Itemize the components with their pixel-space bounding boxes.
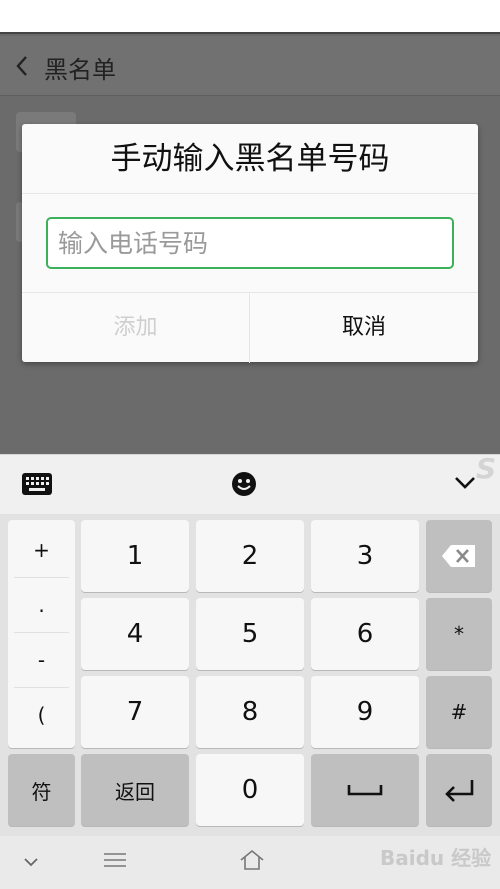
- app-title: 黑名单: [44, 56, 116, 84]
- hash-key[interactable]: #: [426, 676, 492, 748]
- status-bar: [0, 0, 500, 34]
- digit-key-1[interactable]: 1: [81, 520, 189, 592]
- symbol-column: + . - (: [8, 520, 75, 748]
- add-blacklist-dialog: 手动输入黑名单号码 添加 取消: [22, 124, 478, 363]
- digit-key-5[interactable]: 5: [196, 598, 304, 670]
- home-icon[interactable]: [239, 849, 265, 871]
- enter-icon: [445, 780, 474, 802]
- backspace-icon: [442, 545, 475, 567]
- space-key[interactable]: [311, 754, 419, 826]
- dialog-title: 手动输入黑名单号码: [22, 124, 478, 194]
- digit-key-4[interactable]: 4: [81, 598, 189, 670]
- digit-key-8[interactable]: 8: [196, 676, 304, 748]
- watermark-text: Baidu 经验: [380, 846, 492, 870]
- digit-key-6[interactable]: 6: [311, 598, 419, 670]
- phone-number-input[interactable]: [46, 217, 454, 269]
- watermark-logo: S: [476, 452, 497, 485]
- hide-keyboard-icon[interactable]: [24, 858, 38, 867]
- digit-key-0[interactable]: 0: [196, 754, 304, 826]
- digit-key-3[interactable]: 3: [311, 520, 419, 592]
- menu-icon[interactable]: [104, 852, 126, 868]
- star-key[interactable]: *: [426, 598, 492, 670]
- symbol-key-minus[interactable]: -: [8, 632, 75, 687]
- digit-key-9[interactable]: 9: [311, 676, 419, 748]
- emoji-icon[interactable]: [231, 471, 257, 497]
- symbol-key-paren[interactable]: (: [8, 687, 75, 742]
- symbol-switch-key[interactable]: 符: [8, 754, 75, 826]
- numeric-keyboard: + . - ( 1 2 3 4 5 6 * 7 8 9 # 符 返回 0: [0, 514, 500, 836]
- backspace-key[interactable]: [426, 520, 492, 592]
- keyboard-icon[interactable]: [22, 473, 52, 495]
- app-header: 黑名单: [0, 36, 500, 96]
- enter-key[interactable]: [426, 754, 492, 826]
- symbol-key-dot[interactable]: .: [8, 577, 75, 632]
- space-icon: [347, 785, 383, 796]
- dialog-actions: 添加 取消: [22, 292, 478, 363]
- cancel-button[interactable]: 取消: [250, 293, 478, 363]
- chevron-down-icon[interactable]: [454, 476, 476, 490]
- digit-key-2[interactable]: 2: [196, 520, 304, 592]
- symbol-key-plus[interactable]: +: [8, 522, 75, 577]
- back-icon[interactable]: [14, 54, 30, 78]
- add-button[interactable]: 添加: [22, 293, 249, 363]
- digit-key-7[interactable]: 7: [81, 676, 189, 748]
- return-key[interactable]: 返回: [81, 754, 189, 826]
